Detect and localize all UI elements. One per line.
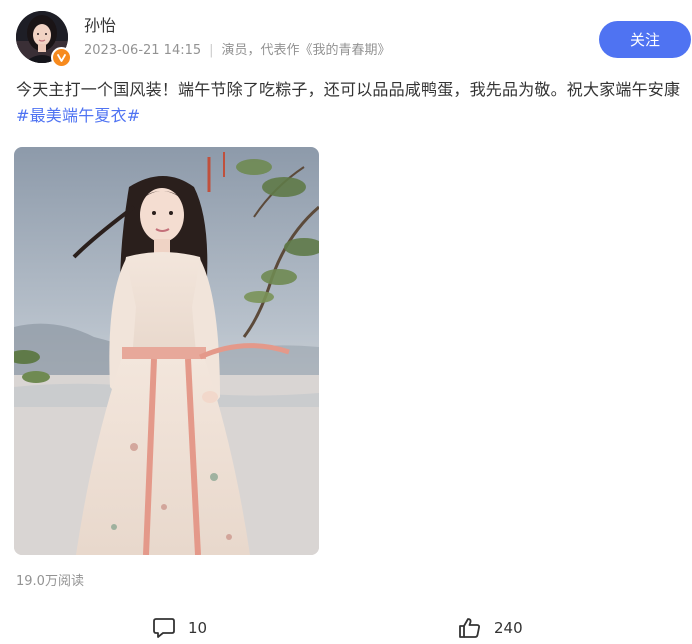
thumbs-up-icon (459, 618, 480, 638)
username[interactable]: 孙怡 (84, 16, 116, 36)
like-button[interactable]: 240 (458, 616, 523, 640)
like-count: 240 (494, 619, 523, 637)
comment-count: 10 (188, 619, 208, 637)
post-meta: 2023-06-21 14:15 | 演员，代表作《我的青春期》 (84, 43, 391, 59)
meta-divider: | (209, 43, 214, 58)
read-count: 19.0万阅读 (16, 574, 84, 589)
follow-button[interactable]: 关注 (599, 21, 691, 58)
user-description: 演员，代表作《我的青春期》 (221, 43, 391, 58)
comment-icon (153, 618, 175, 638)
post-text: 今天主打一个国风装！端午节除了吃粽子，还可以品品咸鸭蛋，我先品为敬。祝大家端午安… (16, 77, 686, 129)
comment-button[interactable]: 10 (152, 616, 207, 640)
post-timestamp[interactable]: 2023-06-21 14:15 (84, 43, 201, 58)
photo-of-woman-in-hanfu (14, 147, 319, 555)
post-image[interactable] (14, 147, 319, 555)
verified-badge-icon (51, 47, 72, 68)
weibo-post-card: 孙怡 2023-06-21 14:15 | 演员，代表作《我的青春期》 关注 今天主… (0, 0, 692, 644)
post-body-text: 今天主打一个国风装！端午节除了吃粽子，还可以品品咸鸭蛋，我先品为敬。祝大家端午安… (16, 80, 681, 99)
hashtag-link[interactable]: #最美端午夏衣# (16, 106, 140, 125)
